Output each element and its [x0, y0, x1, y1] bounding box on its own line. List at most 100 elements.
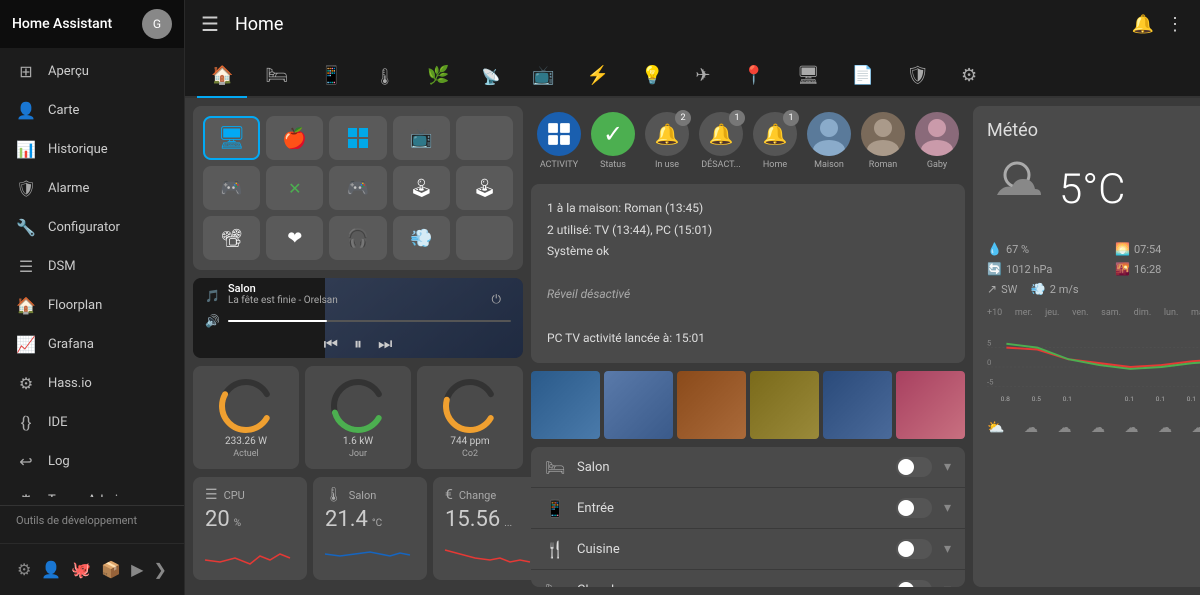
- badge-maison[interactable]: Maison: [807, 112, 851, 170]
- music-player: 🎵 Salon La fête est finie - Orelsan ⏻ 🔊: [193, 278, 523, 358]
- media-btn-empty2[interactable]: [456, 216, 513, 260]
- footer-icon-5[interactable]: ▶: [131, 560, 143, 579]
- user-avatar[interactable]: G: [142, 9, 172, 39]
- sidebar-footer-icons: ⚙ 👤 🐙 📦 ▶ ❯: [0, 552, 184, 587]
- tab-thermostat[interactable]: 🌡: [361, 57, 409, 98]
- next-track-icon[interactable]: ⏭: [378, 334, 392, 354]
- volume-icon[interactable]: 🔊: [205, 314, 220, 328]
- sidebar-item-alarme[interactable]: 🛡Alarme: [0, 169, 184, 208]
- wicon-6: ☁: [1158, 420, 1172, 436]
- media-btn-ctrl2[interactable]: 🕹: [456, 166, 513, 210]
- media-btn-movie[interactable]: 📽: [203, 216, 260, 260]
- sidebar-item-configurator[interactable]: 🔧Configurator: [0, 208, 184, 247]
- pause-icon[interactable]: ⏸: [354, 334, 362, 354]
- music-note-icon: 🎵: [205, 289, 220, 303]
- stat-energy: 1.6 kW Jour: [305, 366, 411, 469]
- thumb-3[interactable]: [677, 371, 746, 439]
- room-entree: 📱 Entrée ▾: [531, 488, 965, 529]
- sidebar-label-grafana: Grafana: [48, 337, 94, 352]
- sidebar-item-hass[interactable]: ⚙Hass.io: [0, 364, 184, 403]
- tab-bed[interactable]: 🛏: [251, 55, 302, 98]
- badge-activity[interactable]: ACTIVITY: [537, 112, 581, 170]
- more-options-icon[interactable]: ⋮: [1166, 14, 1184, 35]
- salon-chevron[interactable]: ▾: [944, 459, 951, 475]
- badge-roman[interactable]: Roman: [861, 112, 905, 170]
- sidebar: Home Assistant G ⊞Aperçu👤Carte📊Historiqu…: [0, 0, 185, 595]
- room-salon: 🛏 Salon ▾: [531, 447, 965, 488]
- temp-value: 21.4: [325, 507, 368, 532]
- tab-display[interactable]: 🖥: [783, 55, 834, 98]
- chambre-toggle[interactable]: [896, 580, 932, 587]
- chambre-name: Chambre: [577, 583, 884, 587]
- tab-location[interactable]: 📍: [728, 55, 778, 98]
- footer-icon-3[interactable]: 🐙: [71, 560, 91, 579]
- badge-status[interactable]: ✓ Status: [591, 112, 635, 170]
- media-btn-xbox[interactable]: ✕: [266, 166, 323, 210]
- media-btn-pc[interactable]: 🖥: [203, 116, 260, 160]
- entree-toggle[interactable]: [896, 498, 932, 518]
- tab-shield[interactable]: 🛡: [892, 55, 943, 98]
- media-btn-fan[interactable]: 💨: [393, 216, 450, 260]
- media-btn-controller[interactable]: 🕹: [393, 166, 450, 210]
- badge-home[interactable]: 🔔 1 Home: [753, 112, 797, 170]
- sidebar-item-historique[interactable]: 📊Historique: [0, 130, 184, 169]
- media-btn-heart[interactable]: ❤: [266, 216, 323, 260]
- thumb-6[interactable]: [896, 371, 965, 439]
- thumb-5[interactable]: [823, 371, 892, 439]
- music-power-icon[interactable]: ⏻: [492, 292, 502, 307]
- pressure-icon: 🔄: [987, 262, 1002, 276]
- tab-antenna[interactable]: 📡: [467, 58, 514, 98]
- tab-garden[interactable]: 🌿: [413, 55, 463, 98]
- media-btn-headphone[interactable]: 🎧: [329, 216, 386, 260]
- badge-desact[interactable]: 🔔 1 DÉSACT...: [699, 112, 743, 170]
- footer-icon-4[interactable]: 📦: [101, 560, 121, 579]
- cuisine-chevron[interactable]: ▾: [944, 541, 951, 557]
- chambre-chevron[interactable]: ▾: [944, 582, 951, 587]
- tab-doc[interactable]: 📄: [838, 55, 888, 98]
- media-btn-switch[interactable]: 🎮: [329, 166, 386, 210]
- prev-track-icon[interactable]: ⏮: [324, 334, 338, 354]
- tab-settings[interactable]: ⚙: [947, 55, 991, 98]
- svg-text:0: 0: [987, 358, 991, 367]
- tab-home[interactable]: 🏠: [197, 55, 247, 98]
- tab-screen[interactable]: 📱: [306, 55, 356, 98]
- media-btn-apple[interactable]: 🍎: [266, 116, 323, 160]
- tab-plane[interactable]: ✈: [681, 55, 724, 98]
- tab-bulb[interactable]: 💡: [627, 55, 677, 98]
- sidebar-item-tasmo[interactable]: ⚙TasmoAdmin: [0, 481, 184, 497]
- badge-gaby[interactable]: Gaby: [915, 112, 959, 170]
- tab-bolt[interactable]: ⚡: [573, 55, 623, 98]
- tab-cast[interactable]: 📺: [518, 55, 568, 98]
- sidebar-icon-grafana: 📈: [16, 335, 36, 354]
- media-btn-windows[interactable]: [329, 116, 386, 160]
- day-label-6: lun.: [1164, 308, 1179, 318]
- sidebar-item-dsm[interactable]: ☰DSM: [0, 247, 184, 286]
- salon-toggle[interactable]: [896, 457, 932, 477]
- sidebar-item-log[interactable]: ↩Log: [0, 442, 184, 481]
- cuisine-toggle[interactable]: [896, 539, 932, 559]
- sidebar-item-grafana[interactable]: 📈 Grafana: [0, 325, 184, 364]
- thumb-2[interactable]: [604, 371, 673, 439]
- badge-inuse[interactable]: 🔔 2 In use: [645, 112, 689, 170]
- media-btn-empty1[interactable]: [456, 116, 513, 160]
- user-badges: ACTIVITY ✓ Status 🔔 2 In use: [531, 106, 965, 176]
- sidebar-item-apercu[interactable]: ⊞Aperçu: [0, 52, 184, 91]
- footer-icon-2[interactable]: 👤: [41, 560, 61, 579]
- footer-icon-1[interactable]: ⚙: [17, 560, 31, 579]
- footer-icon-6[interactable]: ❯: [154, 560, 167, 579]
- salon-name: Salon: [577, 460, 884, 475]
- menu-icon[interactable]: ☰: [201, 12, 219, 36]
- sidebar-item-carte[interactable]: 👤Carte: [0, 91, 184, 130]
- sidebar-item-floorplan[interactable]: 🏠Floorplan: [0, 286, 184, 325]
- sunset-icon: 🌇: [1115, 262, 1130, 276]
- thumb-1[interactable]: [531, 371, 600, 439]
- weather-card: Météo 5°C 💧 67 %: [973, 106, 1200, 587]
- entree-chevron[interactable]: ▾: [944, 500, 951, 516]
- badge-desact-label: DÉSACT...: [701, 160, 740, 170]
- media-btn-ps[interactable]: 🎮: [203, 166, 260, 210]
- media-btn-tv[interactable]: 📺: [393, 116, 450, 160]
- thumb-4[interactable]: [750, 371, 819, 439]
- sidebar-item-ide[interactable]: {}IDE: [0, 403, 184, 442]
- notification-bell-icon[interactable]: 🔔: [1132, 14, 1154, 35]
- sidebar-icon-configurator: 🔧: [16, 218, 36, 237]
